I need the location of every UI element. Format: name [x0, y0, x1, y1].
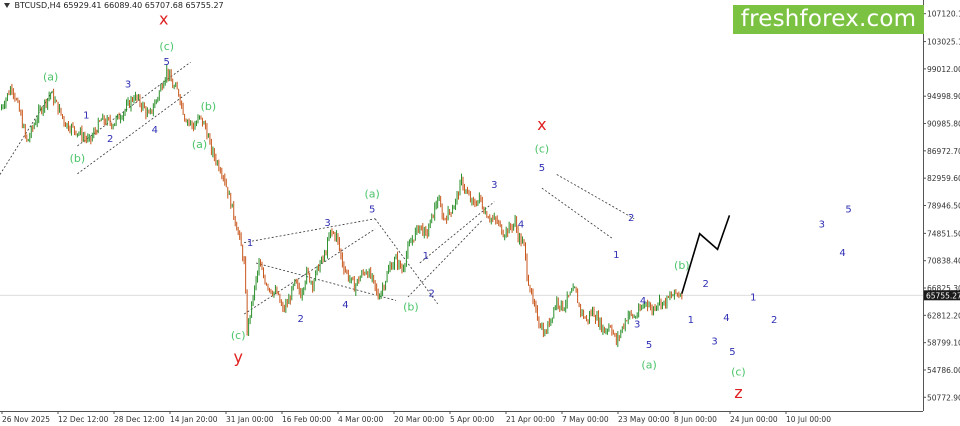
wave-label: (b)	[70, 152, 86, 165]
wave-label: 5	[539, 163, 545, 174]
wave-label: 4	[518, 220, 524, 231]
wave-label: 1	[613, 250, 619, 261]
wave-label: (c)	[535, 143, 550, 156]
wave-label: 4	[839, 248, 845, 259]
wave-label: z	[734, 383, 742, 402]
symbol-name: BTCUSD,H4	[14, 1, 61, 10]
wave-label: x	[159, 10, 168, 29]
x-tick-label: 28 Dec 12:00	[114, 415, 165, 424]
wave-label: 3	[491, 180, 497, 191]
y-tick-label: 54786.00	[927, 366, 960, 375]
wave-label: (b)	[403, 301, 419, 314]
y-tick-label: 62812.20	[927, 311, 960, 320]
wave-label: 4	[640, 296, 646, 307]
wave-label: 5	[729, 347, 735, 358]
wave-label: 5	[369, 205, 375, 216]
y-tick-label: 58799.10	[927, 339, 960, 348]
x-tick-label: 26 Nov 2025	[2, 415, 50, 424]
current-price-label: 65755.27	[926, 291, 960, 300]
wave-label: 2	[702, 279, 708, 290]
y-tick-label: 103025.16	[927, 38, 960, 47]
y-tick-label: 74851.50	[927, 229, 960, 238]
wave-label: 5	[646, 340, 652, 351]
symbol-info: BTCUSD,H4 65929.41 66089.40 65707.68 657…	[4, 1, 224, 10]
wave-label: 4	[152, 125, 158, 136]
wave-label: 3	[125, 79, 131, 90]
brand-watermark: freshforex.com	[733, 5, 924, 34]
y-tick-label: 70838.40	[927, 257, 960, 266]
y-tick-label: 94998.90	[927, 92, 960, 101]
wave-label: (a)	[43, 71, 58, 84]
x-tick-label: 8 Jun 00:00	[674, 415, 717, 424]
wave-label: (a)	[641, 359, 656, 372]
wave-label: 1	[688, 315, 694, 326]
price-chart: x (c) 5 (a) 1 2 3 4 (b) (b) (a) (c) y 1 2 3 4 5 (a) (b) 1 2 3 4…	[0, 0, 960, 426]
wave-label: 2	[771, 315, 777, 326]
wave-label: 2	[628, 213, 634, 224]
wave-label: (a)	[365, 188, 380, 201]
y-tick-label: 90985.80	[927, 120, 960, 129]
wave-label: 3	[324, 218, 330, 229]
x-tick-label: 10 Jul 00:00	[786, 415, 831, 424]
wave-label: 2	[298, 314, 304, 325]
wave-label: 2	[429, 288, 435, 299]
y-tick-label: 78946.50	[927, 201, 960, 210]
wave-label: 1	[247, 238, 253, 249]
wave-label: 1	[423, 251, 429, 262]
x-tick-label: 16 Feb 00:00	[282, 415, 331, 424]
wave-label: 4	[723, 313, 729, 324]
y-tick-label: 86972.70	[927, 147, 960, 156]
wave-label: (c)	[731, 365, 746, 378]
wave-label: 3	[711, 337, 717, 348]
x-tick-label: 5 Apr 00:00	[450, 415, 494, 424]
wave-label: 5	[845, 205, 851, 216]
y-tick-label: 82959.60	[927, 174, 960, 183]
wave-label: 4	[342, 300, 348, 311]
wave-label: (c)	[231, 329, 246, 342]
x-tick-label: 23 May 00:00	[618, 415, 670, 424]
wave-label: 1	[750, 292, 756, 303]
x-tick-label: 21 Apr 00:00	[506, 415, 555, 424]
quote-values: 65929.41 66089.40 65707.68 65755.27	[63, 1, 224, 10]
wave-label: 3	[819, 220, 825, 231]
x-tick-label: 12 Dec 12:00	[58, 415, 109, 424]
x-tick-label: 14 Jan 20:00	[170, 415, 218, 424]
x-tick-label: 20 Mar 00:00	[394, 415, 444, 424]
wave-label: 5	[164, 57, 170, 68]
dropdown-triangle-icon[interactable]	[4, 3, 10, 8]
x-tick-label: 24 Jun 00:00	[730, 415, 778, 424]
wave-label: 3	[634, 320, 640, 331]
wave-label: (a)	[192, 138, 207, 151]
wave-label: 2	[107, 134, 113, 145]
wave-label: y	[233, 347, 242, 366]
wave-label: (c)	[159, 40, 174, 53]
x-tick-label: 7 May 00:00	[562, 415, 609, 424]
x-tick-label: 31 Jan 00:00	[226, 415, 274, 424]
x-tick-label: 4 Mar 00:00	[338, 415, 384, 424]
wave-label: (b)	[674, 259, 690, 272]
wave-label: x	[537, 115, 546, 134]
wave-label: (b)	[201, 100, 217, 113]
y-tick-label: 50772.90	[927, 393, 960, 402]
y-tick-label: 99012.00	[927, 65, 960, 74]
wave-label: 1	[83, 111, 89, 122]
y-tick-label: 107120.18	[927, 10, 960, 19]
